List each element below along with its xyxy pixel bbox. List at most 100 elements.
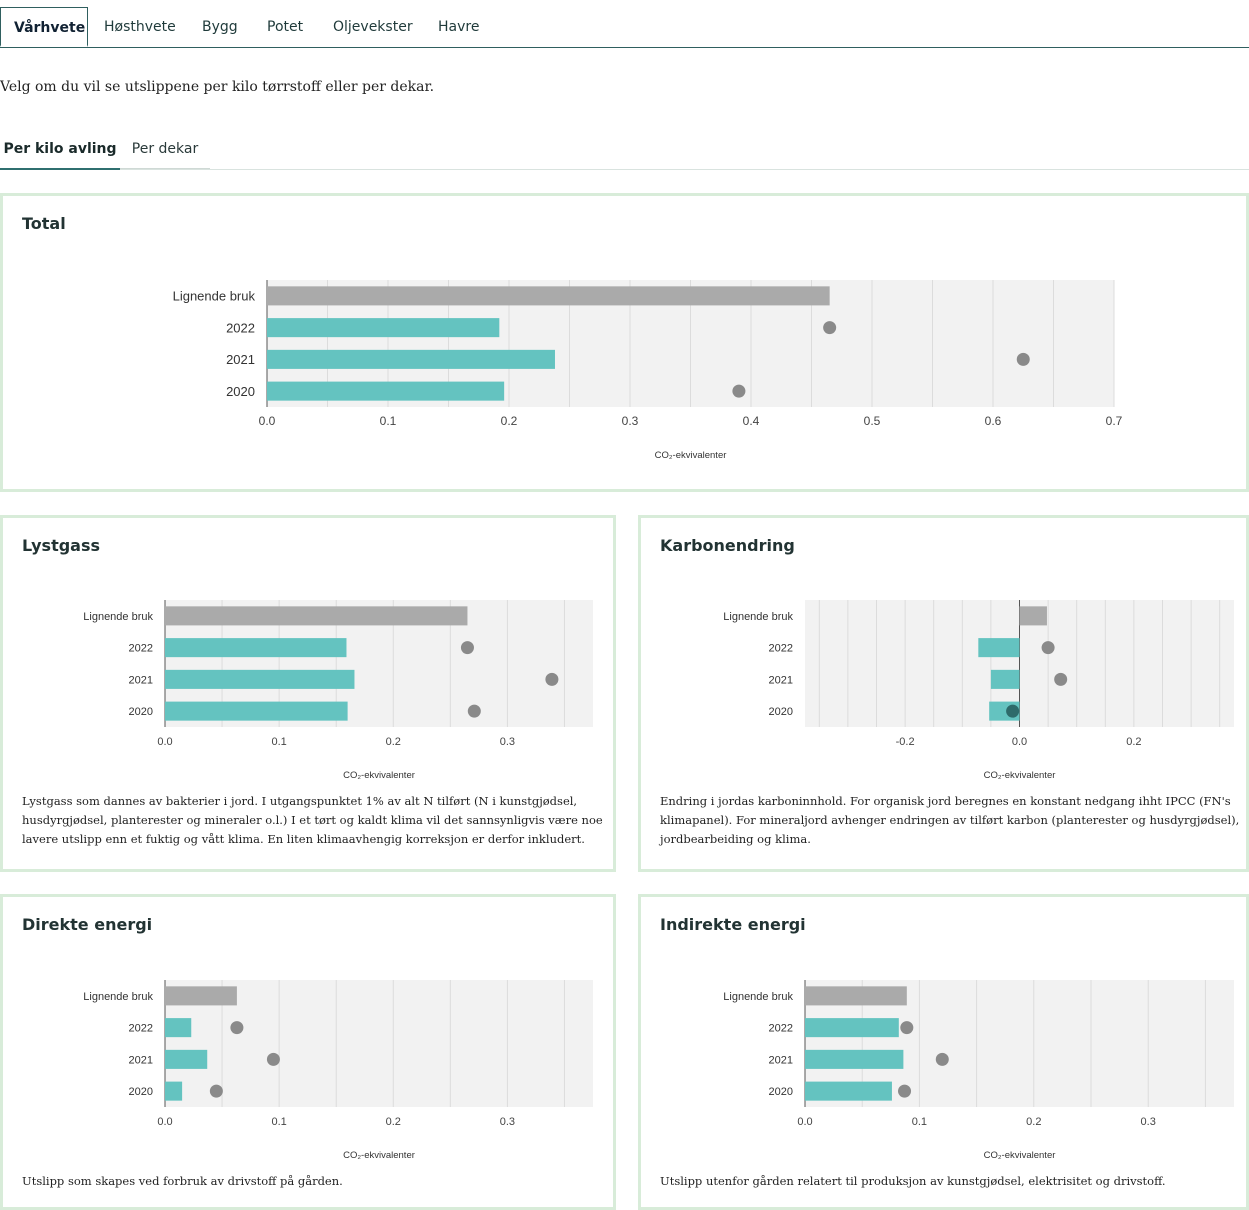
- x-tick-label: -0.2: [896, 736, 915, 748]
- category-label: 2022: [129, 643, 153, 655]
- total-card: Total Lignende bruk 2022 2021 2020 0.0 0.1 0.2…: [0, 193, 1249, 492]
- x-tick-label: 0.5: [864, 414, 881, 428]
- tab-potet[interactable]: Potet: [267, 7, 303, 47]
- category-label: 2022: [769, 1023, 793, 1035]
- bar: [267, 286, 830, 306]
- x-tick-label: 0.0: [259, 414, 276, 428]
- category-label: 2021: [769, 1054, 793, 1066]
- x-axis-label: CO₂-ekvivalenter: [655, 450, 727, 461]
- x-axis-label: CO₂-ekvivalenter: [343, 1150, 415, 1161]
- category-label: Lignende bruk: [723, 611, 793, 623]
- comparison-dot: [545, 672, 559, 686]
- bar: [978, 638, 1020, 658]
- bar: [165, 669, 355, 689]
- category-label: 2020: [769, 1086, 793, 1098]
- x-tick-label: 0.2: [386, 736, 401, 748]
- x-tick-label: 0.2: [386, 1116, 401, 1128]
- category-label: Lignende bruk: [173, 289, 256, 304]
- category-label: 2020: [129, 1086, 153, 1098]
- karbonendring-description: Endring i jordas karboninnhold. For orga…: [660, 794, 1240, 846]
- category-label: Lignende bruk: [83, 991, 153, 1003]
- bar: [990, 669, 1020, 689]
- category-label: Lignende bruk: [723, 991, 793, 1003]
- x-tick-label: 0.3: [500, 736, 515, 748]
- bar: [805, 1018, 899, 1038]
- bar: [165, 1049, 208, 1069]
- indirekte-energi-card: Indirekte energi Lignende bruk 2022 2021 20…: [638, 894, 1249, 1210]
- bar: [267, 381, 505, 401]
- x-tick-label: 0.1: [912, 1116, 927, 1128]
- comparison-dot: [266, 1052, 280, 1066]
- bar: [165, 638, 347, 658]
- x-axis-label: CO₂-ekvivalenter: [984, 1150, 1056, 1161]
- bar: [805, 986, 907, 1006]
- comparison-dot: [823, 321, 837, 335]
- category-label: 2022: [226, 320, 255, 335]
- tab-per-kilo[interactable]: Per kilo avling: [0, 132, 120, 170]
- bar: [1019, 606, 1047, 626]
- comparison-dot: [900, 1021, 914, 1035]
- direkte-energi-chart: Lignende bruk 2022 2021 2020 0.0 0.1 0.2 0.3 CO₂…: [83, 980, 593, 1161]
- comparison-dot: [1041, 641, 1055, 655]
- comparison-dot: [460, 641, 474, 655]
- x-axis-label: CO₂-ekvivalenter: [984, 770, 1056, 781]
- x-tick-label: 0.3: [622, 414, 639, 428]
- indirekte-energi-description: Utslipp utenfor gården relatert til prod…: [660, 1174, 1166, 1188]
- category-label: 2020: [129, 706, 153, 718]
- bar: [165, 1081, 183, 1101]
- comparison-dot: [732, 384, 746, 398]
- x-tick-label: 0.3: [1141, 1116, 1156, 1128]
- comparison-dot: [1006, 704, 1020, 718]
- category-label: 2022: [129, 1023, 153, 1035]
- x-tick-label: 0.3: [500, 1116, 515, 1128]
- tab-per-dekar[interactable]: Per dekar: [120, 132, 210, 169]
- direkte-energi-description: Utslipp som skapes ved forbruk av drivst…: [22, 1174, 343, 1188]
- lystgass-description: Lystgass som dannes av bakterier i jord.…: [22, 794, 603, 846]
- direkte-energi-card: Direkte energi Lignende bruk 2022 2021 2020…: [0, 894, 616, 1210]
- tab-oljevekster[interactable]: Oljevekster: [333, 7, 413, 47]
- x-tick-label: 0.7: [1106, 414, 1123, 428]
- intro-text: Velg om du vil se utslippene per kilo tø…: [0, 79, 435, 95]
- comparison-dot: [1016, 352, 1030, 366]
- x-tick-label: 0.2: [1026, 1116, 1041, 1128]
- bar: [805, 1049, 904, 1069]
- comparison-dot: [209, 1084, 223, 1098]
- indirekte-energi-chart: Lignende bruk 2022 2021 2020 0.0 0.1 0.2 0.3 CO₂…: [723, 980, 1234, 1161]
- x-tick-label: 0.1: [271, 1116, 286, 1128]
- x-axis-label: CO₂-ekvivalenter: [343, 770, 415, 781]
- x-tick-label: 0.2: [1126, 736, 1141, 748]
- x-tick-label: 0.0: [797, 1116, 812, 1128]
- category-label: 2020: [769, 706, 793, 718]
- category-label: 2021: [769, 674, 793, 686]
- x-tick-label: 0.0: [157, 736, 172, 748]
- tab-hosthvete[interactable]: Høsthvete: [104, 7, 176, 47]
- comparison-dot: [1054, 672, 1068, 686]
- total-chart: Lignende bruk 2022 2021 2020 0.0 0.1 0.2 0.3 0.4…: [173, 280, 1123, 461]
- lystgass-chart: Lignende bruk 2022 2021 2020 0.0 0.1 0.2 0.3 CO₂…: [83, 600, 593, 781]
- bar: [165, 701, 348, 721]
- x-tick-label: 0.1: [271, 736, 286, 748]
- category-label: 2021: [129, 1054, 153, 1066]
- comparison-dot: [935, 1052, 949, 1066]
- tab-varhvete[interactable]: Vårhvete: [0, 7, 88, 47]
- tab-havre[interactable]: Havre: [438, 7, 479, 47]
- karbonendring-card: Karbonendring Lignende bruk 2022 2021 2020-…: [638, 515, 1249, 872]
- crop-tabs: Vårhvete Høsthvete Bygg Potet Oljevekste…: [0, 7, 1249, 48]
- bar: [805, 1081, 892, 1101]
- tab-bygg[interactable]: Bygg: [202, 7, 238, 47]
- bar: [165, 606, 468, 626]
- category-label: 2021: [226, 352, 255, 367]
- x-tick-label: 0.6: [985, 414, 1002, 428]
- lystgass-card: Lystgass Lignende bruk 2022 2021 2020 0.0 0.1…: [0, 515, 616, 872]
- bar: [165, 986, 237, 1006]
- comparison-dot: [467, 704, 481, 718]
- category-label: Lignende bruk: [83, 611, 153, 623]
- x-tick-label: 0.0: [157, 1116, 172, 1128]
- karbonendring-chart: Lignende bruk 2022 2021 2020 -0.2 0.0 0.2 CO₂-e…: [723, 600, 1234, 781]
- x-tick-label: 0.4: [743, 414, 760, 428]
- comparison-dot: [898, 1084, 912, 1098]
- category-label: 2021: [129, 674, 153, 686]
- x-tick-label: 0.2: [501, 414, 518, 428]
- comparison-dot: [230, 1021, 244, 1035]
- bar: [165, 1018, 192, 1038]
